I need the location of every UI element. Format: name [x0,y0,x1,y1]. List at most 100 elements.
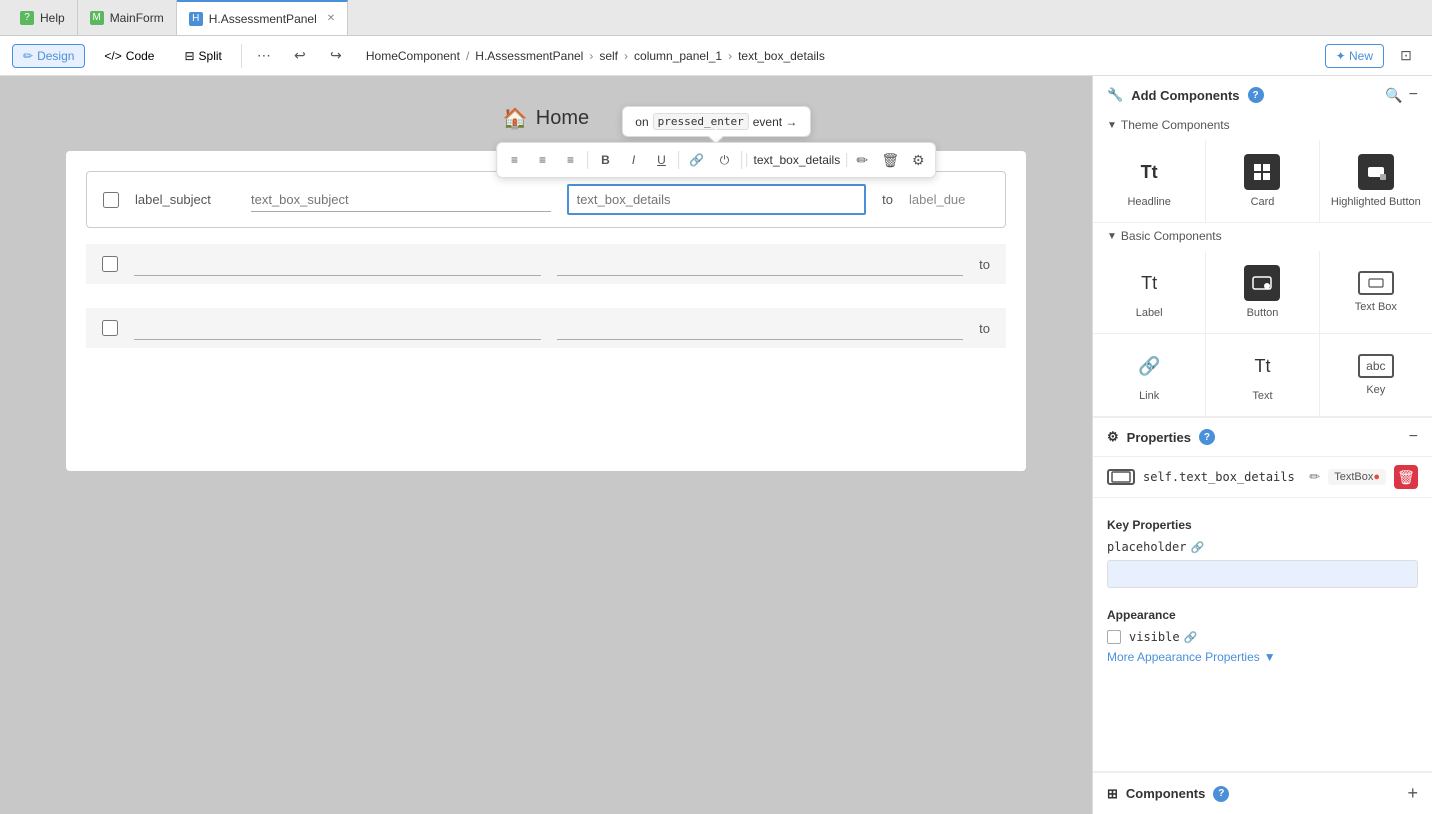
mainform-tab-icon: M [90,11,104,25]
placeholder-value-input[interactable] [1107,560,1418,588]
placeholder-key-text: placeholder [1107,540,1186,554]
properties-section: ⚙ Properties ? − self.text_box_details ✏… [1093,418,1432,772]
components-bottom-header[interactable]: ⊞ Components ? + [1093,773,1432,814]
wrench-icon: 🔧 [1107,87,1123,103]
delete-component-button[interactable]: 🗑 [877,147,903,173]
form-row-1[interactable]: label_subject on pressed_enter event → ≡… [86,171,1006,228]
headline-icon: Tt [1131,154,1167,190]
power-button[interactable]: ⏻ [711,147,737,173]
split-icon: ⊟ [184,49,194,63]
link-button[interactable]: 🔗 [683,147,709,173]
breadcrumb-self[interactable]: self [599,49,618,63]
appearance-title: Appearance [1107,608,1418,622]
row1-label-due: label_due [909,192,989,207]
align-left-button[interactable]: ≡ [501,147,527,173]
headline-label: Headline [1127,196,1170,208]
comp-headline[interactable]: Tt Headline [1093,140,1205,222]
layout-toggle-button[interactable]: ⊡ [1392,42,1420,70]
code-button[interactable]: </> Code [93,44,165,68]
row1-label-subject: label_subject [135,192,235,207]
button-label: Button [1247,307,1279,319]
event-tooltip: on pressed_enter event → [622,106,810,137]
row3-input1[interactable] [134,316,541,340]
card-icon [1244,154,1280,190]
properties-header[interactable]: ⚙ Properties ? − [1093,418,1432,457]
tab-assessmentpanel-label: H.AssessmentPanel [209,12,317,26]
highlighted-button-icon [1358,154,1394,190]
comp-link[interactable]: 🔗 Link [1093,334,1205,416]
edit-component-icon[interactable]: ✏ [1309,469,1320,485]
add-components-section: 🔧 Add Components ? 🔍 − ▼ Theme Component… [1093,76,1432,418]
comp-card[interactable]: Card [1206,140,1318,222]
design-button[interactable]: ✏ Design [12,44,85,68]
visible-checkbox[interactable] [1107,630,1121,644]
canvas-area[interactable]: 🏠 Home label_subject on pressed_enter ev… [0,76,1092,814]
button-icon [1244,265,1280,301]
undo-button[interactable]: ↩ [286,42,314,70]
row2-input1[interactable] [134,252,541,276]
align-center-button[interactable]: ≡ [529,147,555,173]
italic-button[interactable]: I [620,147,646,173]
code-label: Code [126,49,155,63]
row3-input2[interactable] [557,316,964,340]
add-components-header[interactable]: 🔧 Add Components ? 🔍 − [1093,76,1432,114]
settings-component-button[interactable]: ⚙ [905,147,931,173]
tab-mainform[interactable]: M MainForm [78,0,177,35]
form-row-2[interactable]: to [86,244,1006,284]
text-box-icon [1358,271,1394,295]
row1-checkbox[interactable] [103,192,119,208]
new-button[interactable]: ✦ New [1325,44,1384,68]
row2-checkbox[interactable] [102,256,118,272]
more-appearance-link[interactable]: More Appearance Properties ▼ [1107,650,1418,664]
basic-components-grid: Tt Label Button [1093,251,1432,417]
tab-close-icon[interactable]: ✕ [327,13,335,24]
redo-button[interactable]: ↪ [322,42,350,70]
breadcrumb-arrow-2: › [624,49,628,63]
comp-key[interactable]: abc Key [1320,334,1432,416]
row3-checkbox[interactable] [102,320,118,336]
more-appearance-text: More Appearance Properties [1107,650,1260,664]
row1-input-details[interactable] [567,184,867,215]
underline-button[interactable]: U [648,147,674,173]
properties-help[interactable]: ? [1199,429,1215,445]
edit-component-button[interactable]: ✏ [849,147,875,173]
properties-header-left: ⚙ Properties ? [1107,429,1215,445]
comp-button[interactable]: Button [1206,251,1318,333]
comp-text[interactable]: Tt Text [1206,334,1318,416]
comp-text-box[interactable]: Text Box [1320,251,1432,333]
bold-button[interactable]: B [592,147,618,173]
row2-input2[interactable] [557,252,964,276]
basic-components-title: Basic Components [1121,229,1222,243]
help-tab-icon: ? [20,11,34,25]
comp-highlighted-button[interactable]: Highlighted Button [1320,140,1432,222]
components-help[interactable]: ? [1213,786,1229,802]
breadcrumb-assessmentpanel[interactable]: H.AssessmentPanel [475,49,583,63]
visible-link-icon[interactable]: 🔗 [1184,631,1198,644]
form-row-3[interactable]: to [86,308,1006,348]
align-right-button[interactable]: ≡ [557,147,583,173]
add-components-help[interactable]: ? [1248,87,1264,103]
breadcrumb-home-component[interactable]: HomeComponent [366,49,460,63]
collapse-props-button[interactable]: − [1409,428,1418,446]
more-options-button[interactable]: ⋯ [250,42,278,70]
row3-to: to [979,321,990,336]
breadcrumb-text-box-details[interactable]: text_box_details [738,49,825,63]
tab-assessmentpanel[interactable]: H H.AssessmentPanel ✕ [177,0,348,35]
placeholder-link-icon[interactable]: 🔗 [1190,541,1204,554]
props-section: Key Properties placeholder 🔗 Appearance … [1093,498,1432,771]
comp-label[interactable]: Tt Label [1093,251,1205,333]
row1-input-subject[interactable] [251,188,551,212]
breadcrumb-column-panel[interactable]: column_panel_1 [634,49,722,63]
add-components-actions: 🔍 − [1385,86,1418,104]
delete-component-btn[interactable]: 🗑 [1394,465,1418,489]
search-button[interactable]: 🔍 [1385,86,1402,104]
link-label: Link [1139,390,1159,402]
sliders-icon: ⚙ [1107,429,1119,445]
tab-help[interactable]: ? Help [8,0,78,35]
main-layout: 🏠 Home label_subject on pressed_enter ev… [0,76,1432,814]
collapse-add-button[interactable]: − [1409,86,1418,104]
split-button[interactable]: ⊟ Split [173,44,232,68]
add-component-button[interactable]: + [1407,783,1418,804]
toolbar-separator-1 [241,44,242,68]
breadcrumb-arrow-1: › [589,49,593,63]
